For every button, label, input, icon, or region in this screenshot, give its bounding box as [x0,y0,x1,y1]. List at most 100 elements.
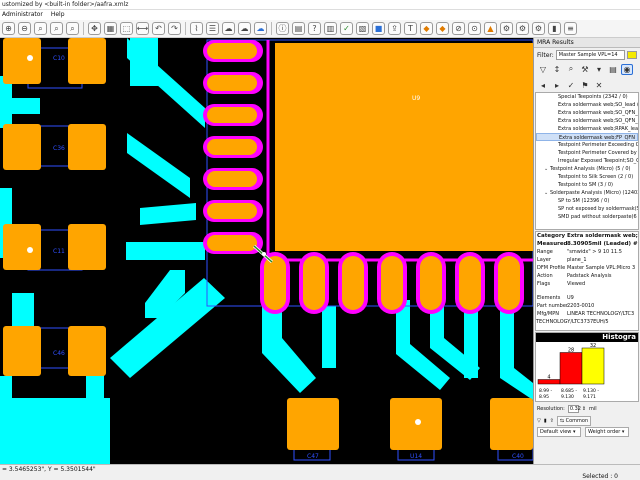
zoom-fit-icon[interactable]: ⌕ [34,22,47,35]
tools-icon[interactable]: ⚒ [579,64,591,75]
filter-bottom-icon[interactable]: ▽ [537,418,541,424]
histogram-icon[interactable]: ▮ [544,418,547,424]
tree-item[interactable]: Extra soldermask web;SO_QFN_le [536,117,638,125]
u9-pin[interactable] [338,252,368,314]
list-icon[interactable]: ≡ [564,22,577,35]
layers-icon[interactable]: ▦ [104,22,117,35]
weight-order-dropdown[interactable]: Weight order ▾ [585,427,629,437]
cloud-icon[interactable]: ☁ [222,22,235,35]
clear-icon[interactable]: ✕ [593,80,605,91]
assembly-icon[interactable]: ⚙ [500,22,513,35]
export-icon[interactable]: ⇪ [388,22,401,35]
u9-pin[interactable] [203,232,263,254]
tp-icon[interactable]: ⊙ [468,22,481,35]
u9-pin[interactable] [377,252,407,314]
pad[interactable] [68,38,106,84]
pad[interactable] [68,124,106,170]
common-button[interactable]: ⇆ Common [556,415,592,426]
zoom-out-icon[interactable]: ⊖ [18,22,31,35]
resolution-input[interactable]: 0.32 [567,405,581,413]
tree-item[interactable]: Testpoint to SM (3 / 0) [536,181,638,189]
default-view-dropdown[interactable]: Default view ▾ [537,427,581,437]
sp-icon[interactable]: ⊘ [452,22,465,35]
options-icon[interactable]: ⚙ [516,22,529,35]
u9-pin[interactable] [494,252,524,314]
tree-item[interactable]: SMD pad without solderpaste(6 / 0 [536,213,638,221]
dfm-icon[interactable]: ▧ [356,22,369,35]
u9-pin[interactable] [416,252,446,314]
tree-item[interactable]: Testpoint Perimeter Exceeding Co [536,141,638,149]
report-icon[interactable]: ▤ [607,64,619,75]
histogram-bar[interactable] [559,352,583,385]
pcb-svg[interactable]: C10 C36 C11 C46 C47 U14 C40 U9 [0,38,533,464]
zoom-window-icon[interactable]: ⌕ [50,22,63,35]
pad[interactable] [3,224,41,270]
net-icon[interactable]: ⌇ [190,22,203,35]
pad[interactable] [490,398,533,450]
sort-icon[interactable]: ↕ [551,64,563,75]
fabrication-icon[interactable]: ▲ [484,22,497,35]
cloud2-icon[interactable]: ☁ [238,22,251,35]
select-icon[interactable]: ⬚ [120,22,133,35]
u9-pin[interactable] [203,200,263,222]
redo-icon[interactable]: ↷ [168,22,181,35]
u9-pin[interactable] [455,252,485,314]
menu-icon[interactable]: ▾ [593,64,605,75]
tree-item[interactable]: Extra soldermask web;FP_QFN_le [536,133,638,141]
tree-item[interactable]: Extra soldermask web;SO_lead ( [536,101,638,109]
prev-icon[interactable]: ◂ [537,80,549,91]
u9-pin[interactable] [203,72,263,94]
u9-pin[interactable] [203,104,263,126]
histogram-bar[interactable] [581,347,605,385]
u9-pin[interactable] [299,252,329,314]
pad[interactable] [68,224,106,270]
info-icon[interactable]: ⓘ [276,22,289,35]
text-icon[interactable]: T [404,22,417,35]
tree-item[interactable]: SP not exposed by soldermask(S [536,205,638,213]
zoom-prev-icon[interactable]: ⌕ [66,22,79,35]
zoom-in-icon[interactable]: ⊕ [2,22,15,35]
resolution-spinner-icon[interactable]: ⇕ [582,406,586,412]
zoom-to-icon[interactable]: ⌕ [565,64,577,75]
view-icon[interactable]: ◉ [621,63,633,75]
tree-item[interactable]: Irregular Exposed Teepoint;SO_Q [536,157,638,165]
sm-icon[interactable]: ◆ [436,22,449,35]
pad[interactable] [287,398,339,450]
measure-icon[interactable]: ⟷ [136,22,149,35]
dfm2-icon[interactable]: ■ [372,22,385,35]
next-icon[interactable]: ▸ [551,80,563,91]
pad[interactable] [3,38,41,84]
tree-item[interactable]: SP to SM (12396 / 0) [536,197,638,205]
mark-icon[interactable]: ✓ [565,80,577,91]
menu-administrator[interactable]: Administrator [2,10,43,20]
tree-item[interactable]: Extra soldermask web;SO_QFN_l [536,109,638,117]
highlight-icon[interactable]: ☰ [206,22,219,35]
pad[interactable] [68,326,106,376]
filter-select[interactable]: Master Sample VPL=14 [555,50,625,60]
pad[interactable] [3,124,41,170]
pad[interactable] [3,326,41,376]
pcb-canvas[interactable]: C10 C36 C11 C46 C47 U14 C40 U9 [0,38,533,464]
settings-icon[interactable]: ⚙ [532,22,545,35]
filter-color-swatch[interactable] [627,51,637,59]
u9-pin[interactable] [203,40,263,62]
tree-item[interactable]: Testpoint to Silk Screen (2 / 0) [536,173,638,181]
tree-item[interactable]: Testpoint Perimeter Covered by C [536,149,638,157]
check-icon[interactable]: ✓ [340,22,353,35]
grid-icon[interactable]: ▥ [324,22,337,35]
drc-icon[interactable]: ◆ [420,22,433,35]
query-icon[interactable]: ? [308,22,321,35]
cloud3-icon[interactable]: ☁ [254,22,267,35]
tree-item[interactable]: Extra soldermask web;RPAK_lead [536,125,638,133]
flag-icon[interactable]: ⚑ [579,80,591,91]
report-icon[interactable]: ▤ [292,22,305,35]
u9-pin[interactable] [203,136,263,158]
menu-help[interactable]: Help [51,10,65,20]
tree-item[interactable]: ⌄ Solderpaste Analysis (Micro) (12402 [536,189,638,197]
pan-icon[interactable]: ✥ [88,22,101,35]
tree-item[interactable]: Special Teepoints (2342 / 0) [536,93,638,101]
undo-icon[interactable]: ↶ [152,22,165,35]
u9-pin[interactable] [260,252,290,314]
tree-item[interactable]: ⌄ Testpoint Analysis (Micro) (5 / 0) [536,165,638,173]
u9-pin[interactable] [203,168,263,190]
